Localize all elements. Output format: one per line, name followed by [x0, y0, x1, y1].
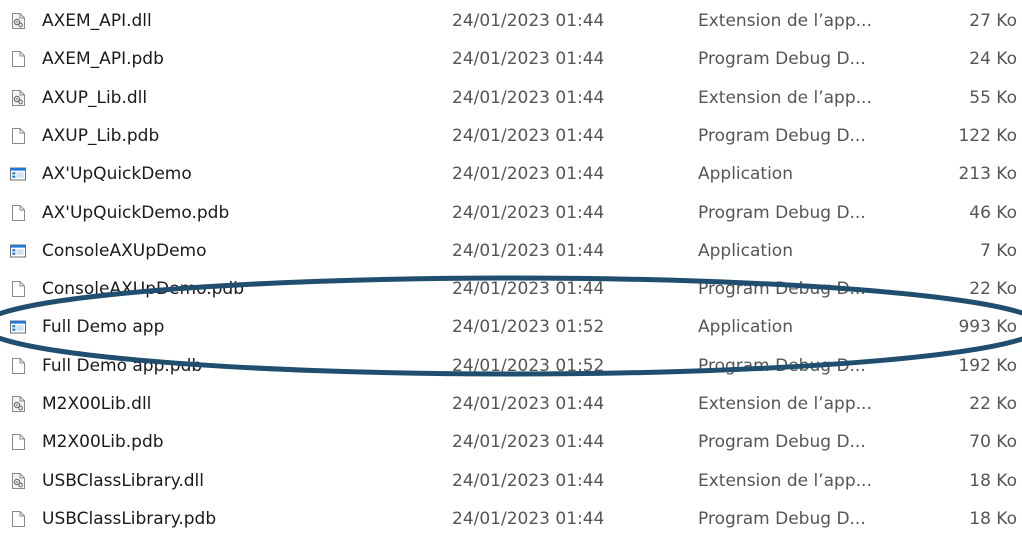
blank-file-icon [9, 50, 27, 68]
file-size: 27 Ko [969, 11, 1017, 31]
file-row[interactable]: AXUP_Lib.pdb 24/01/2023 01:44 Program De… [0, 117, 1022, 155]
file-type: Program Debug D... [698, 202, 866, 223]
file-date-modified: 24/01/2023 01:52 [452, 355, 605, 376]
file-size: 7 Ko [980, 240, 1017, 261]
file-type: Program Debug D... [698, 508, 866, 529]
file-row[interactable]: USBClassLibrary.pdb 24/01/2023 01:44 Pro… [0, 500, 1022, 538]
dll-file-icon [9, 395, 27, 413]
application-icon [9, 318, 27, 336]
file-name[interactable]: USBClassLibrary.pdb [42, 500, 442, 538]
file-type: Application [698, 317, 793, 338]
application-icon [9, 165, 27, 183]
file-name[interactable]: ConsoleAXUpDemo.pdb [42, 270, 442, 308]
file-date-modified: 24/01/2023 01:44 [452, 11, 605, 31]
file-date-modified: 24/01/2023 01:44 [452, 432, 605, 453]
file-date-modified: 24/01/2023 01:44 [452, 240, 605, 261]
file-type: Program Debug D... [698, 279, 866, 300]
file-size: 122 Ko [958, 125, 1017, 146]
blank-file-icon [9, 280, 27, 298]
file-size: 18 Ko [969, 470, 1017, 491]
application-icon [9, 242, 27, 260]
blank-file-icon [9, 127, 27, 145]
file-type: Extension de l’app... [698, 470, 872, 491]
file-size: 70 Ko [969, 432, 1017, 453]
file-date-modified: 24/01/2023 01:44 [452, 164, 605, 185]
file-row[interactable]: ConsoleAXUpDemo.pdb 24/01/2023 01:44 Pro… [0, 270, 1022, 308]
file-size: 213 Ko [958, 164, 1017, 185]
file-name[interactable]: USBClassLibrary.dll [42, 462, 442, 500]
file-type: Program Debug D... [698, 49, 866, 70]
file-row[interactable]: AXUP_Lib.dll 24/01/2023 01:44 Extension … [0, 79, 1022, 117]
file-row[interactable]: M2X00Lib.dll 24/01/2023 01:44 Extension … [0, 385, 1022, 423]
file-row[interactable]: M2X00Lib.pdb 24/01/2023 01:44 Program De… [0, 423, 1022, 461]
file-date-modified: 24/01/2023 01:44 [452, 87, 605, 108]
file-type: Program Debug D... [698, 432, 866, 453]
file-type: Program Debug D... [698, 125, 866, 146]
file-type: Program Debug D... [698, 355, 866, 376]
file-size: 18 Ko [969, 508, 1017, 529]
file-name[interactable]: AXEM_API.dll [42, 2, 442, 40]
file-size: 22 Ko [969, 394, 1017, 414]
file-row[interactable]: AXEM_API.dll 24/01/2023 01:44 Extension … [0, 2, 1022, 40]
file-size: 46 Ko [969, 202, 1017, 223]
dll-file-icon [9, 472, 27, 490]
file-date-modified: 24/01/2023 01:44 [452, 49, 605, 70]
file-name[interactable]: AXEM_API.pdb [42, 40, 442, 78]
file-type: Extension de l’app... [698, 394, 872, 414]
file-name[interactable]: AX'UpQuickDemo.pdb [42, 194, 442, 232]
file-type: Application [698, 164, 793, 185]
file-size: 22 Ko [969, 279, 1017, 300]
file-size: 24 Ko [969, 49, 1017, 70]
blank-file-icon [9, 204, 27, 222]
file-size: 55 Ko [969, 87, 1017, 108]
file-date-modified: 24/01/2023 01:44 [452, 394, 605, 414]
file-date-modified: 24/01/2023 01:52 [452, 317, 605, 338]
file-row[interactable]: AX'UpQuickDemo.pdb 24/01/2023 01:44 Prog… [0, 194, 1022, 232]
file-name[interactable]: M2X00Lib.pdb [42, 423, 442, 461]
file-name[interactable]: Full Demo app [42, 308, 442, 346]
blank-file-icon [9, 433, 27, 451]
file-list: AXEM_API.dll 24/01/2023 01:44 Extension … [0, 0, 1022, 537]
file-row[interactable]: AXEM_API.pdb 24/01/2023 01:44 Program De… [0, 40, 1022, 78]
file-type: Application [698, 240, 793, 261]
file-size: 993 Ko [958, 317, 1017, 338]
file-name[interactable]: M2X00Lib.dll [42, 385, 442, 423]
file-date-modified: 24/01/2023 01:44 [452, 202, 605, 223]
file-row[interactable]: ConsoleAXUpDemo 24/01/2023 01:44 Applica… [0, 232, 1022, 270]
file-size: 192 Ko [958, 355, 1017, 376]
file-name[interactable]: Full Demo app.pdb [42, 347, 442, 385]
file-name[interactable]: AX'UpQuickDemo [42, 155, 442, 193]
file-date-modified: 24/01/2023 01:44 [452, 470, 605, 491]
file-name[interactable]: AXUP_Lib.pdb [42, 117, 442, 155]
file-type: Extension de l’app... [698, 11, 872, 31]
file-date-modified: 24/01/2023 01:44 [452, 125, 605, 146]
file-name[interactable]: AXUP_Lib.dll [42, 79, 442, 117]
dll-file-icon [9, 12, 27, 30]
file-row[interactable]: USBClassLibrary.dll 24/01/2023 01:44 Ext… [0, 462, 1022, 500]
file-name[interactable]: ConsoleAXUpDemo [42, 232, 442, 270]
file-date-modified: 24/01/2023 01:44 [452, 279, 605, 300]
file-type: Extension de l’app... [698, 87, 872, 108]
blank-file-icon [9, 510, 27, 528]
file-row[interactable]: AX'UpQuickDemo 24/01/2023 01:44 Applicat… [0, 155, 1022, 193]
dll-file-icon [9, 89, 27, 107]
file-row[interactable]: Full Demo app 24/01/2023 01:52 Applicati… [0, 308, 1022, 346]
blank-file-icon [9, 357, 27, 375]
file-date-modified: 24/01/2023 01:44 [452, 508, 605, 529]
file-row[interactable]: Full Demo app.pdb 24/01/2023 01:52 Progr… [0, 347, 1022, 385]
